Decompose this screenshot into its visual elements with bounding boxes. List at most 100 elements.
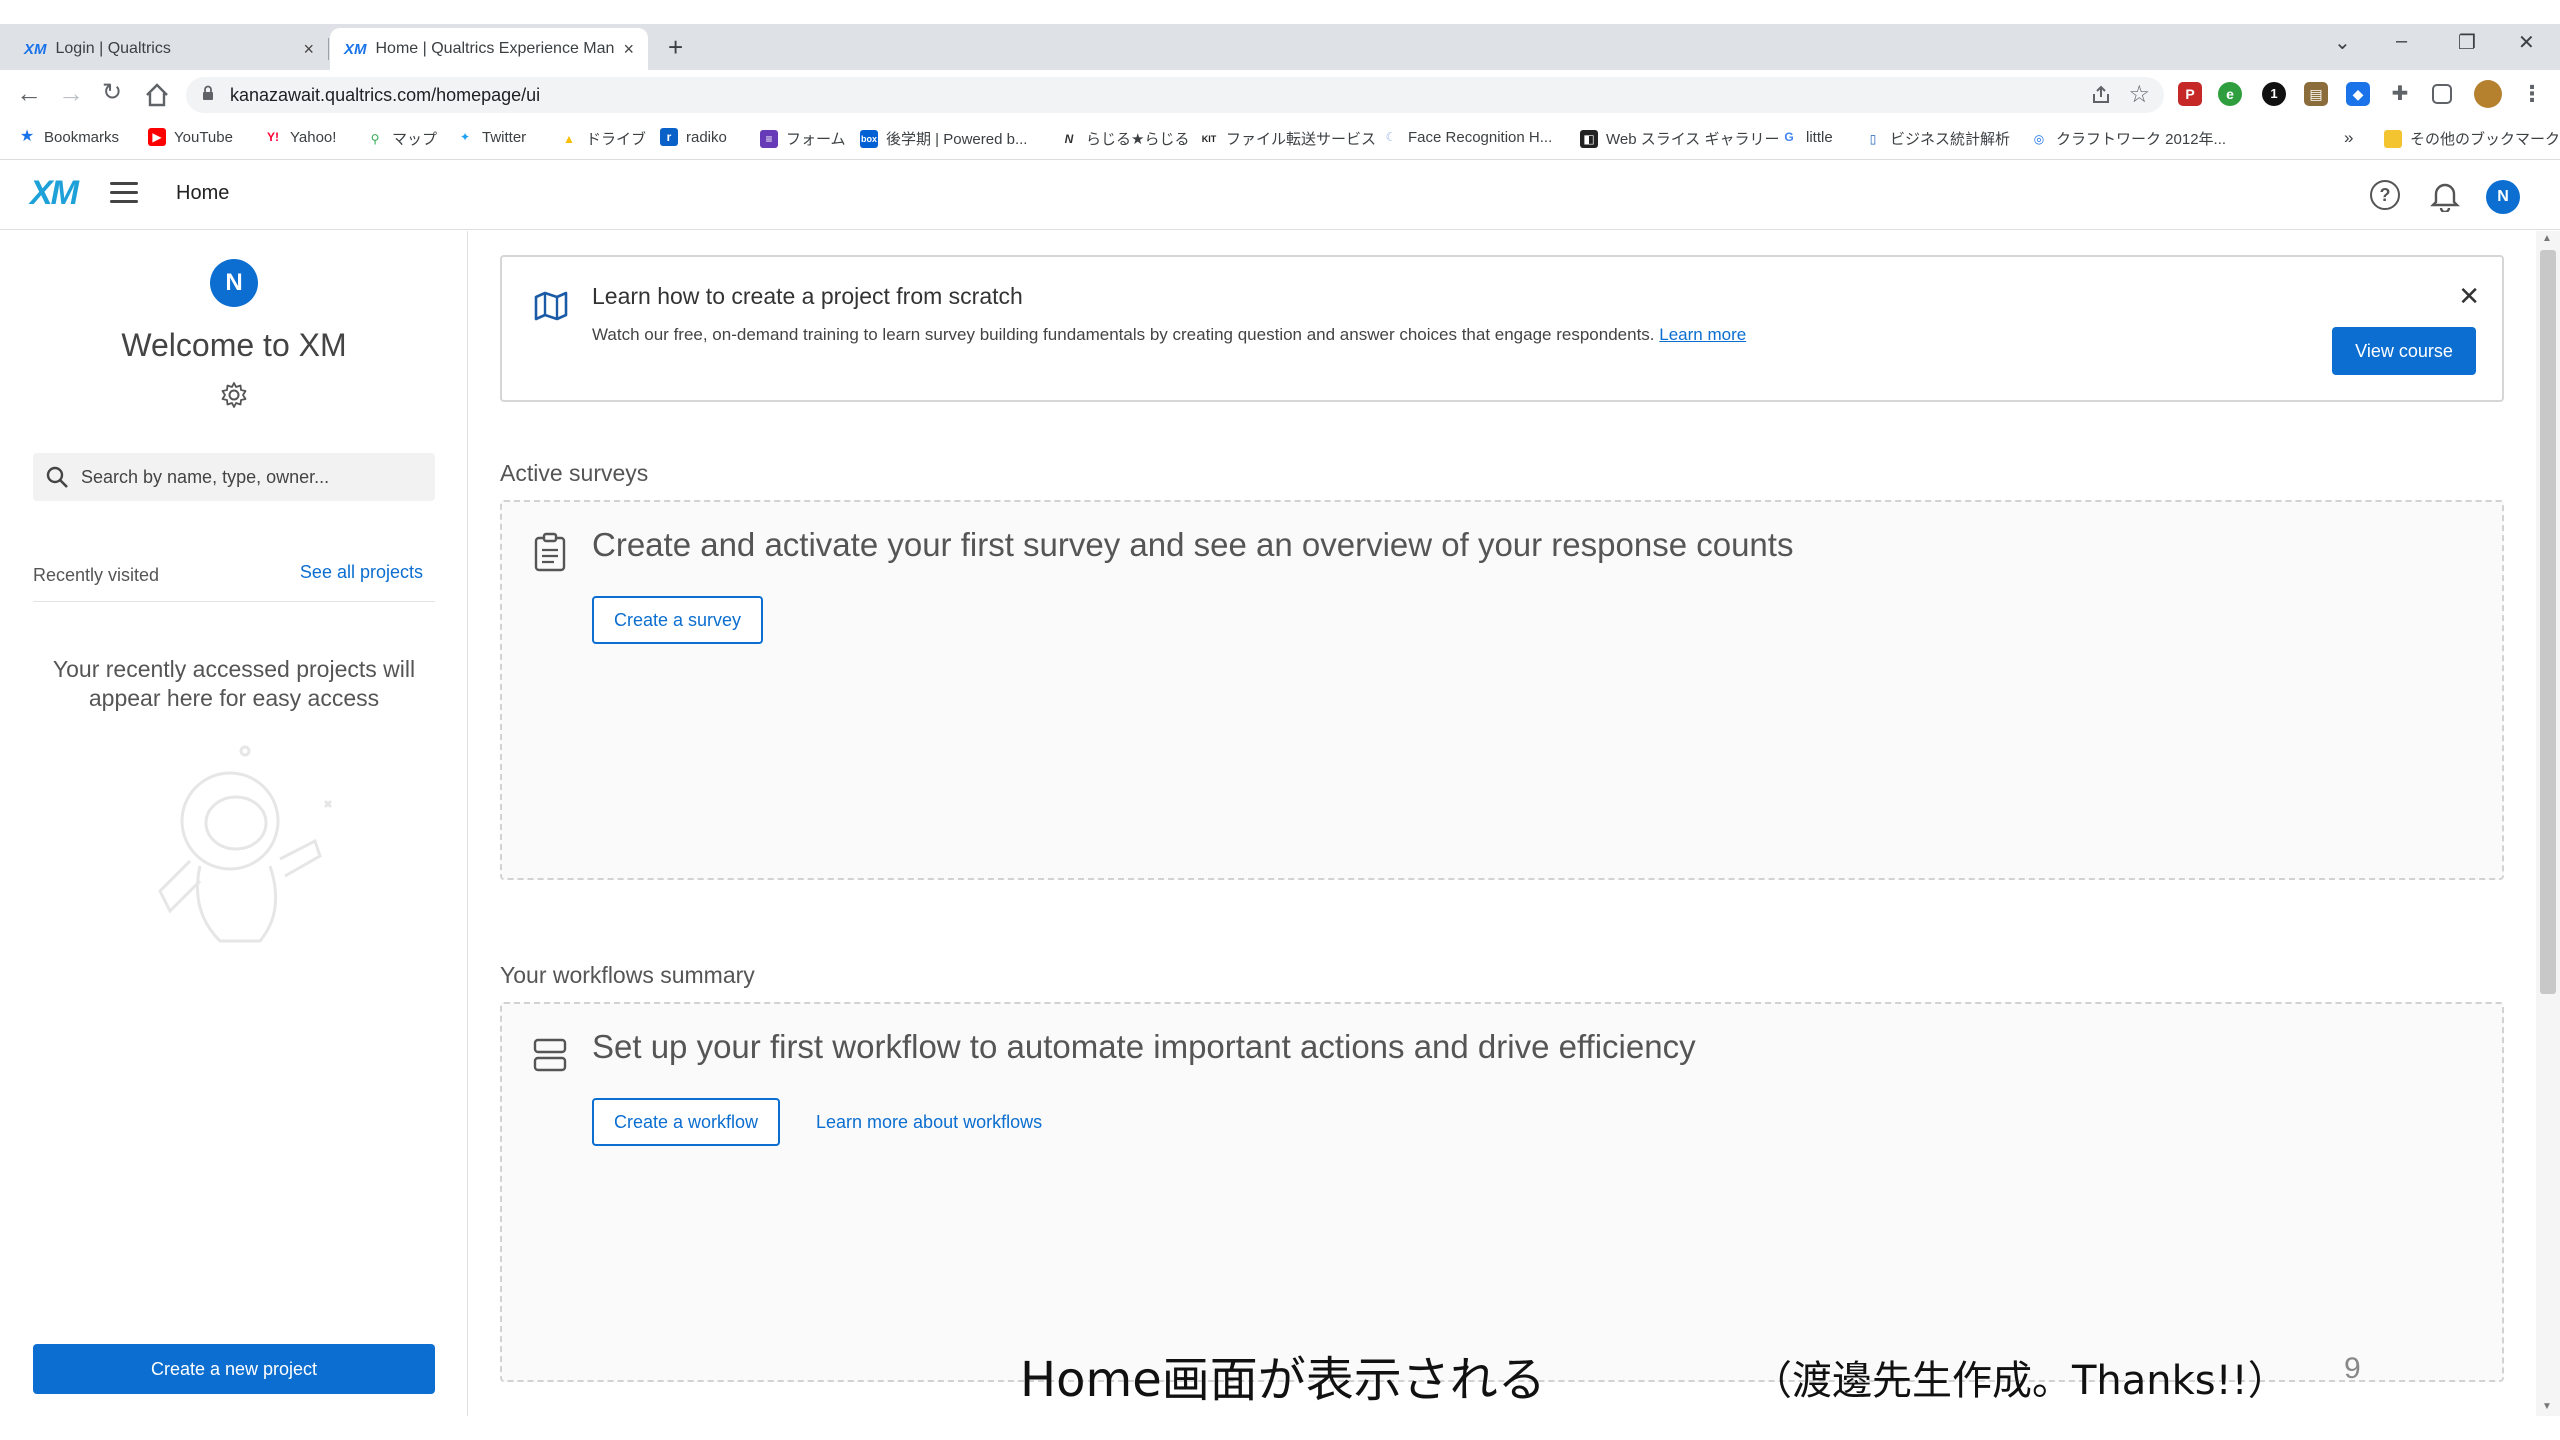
- recent-empty-message: Your recently accessed projects will app…: [52, 656, 416, 711]
- welcome-heading: Welcome to XM: [121, 327, 347, 363]
- xm-favicon-icon: XM: [344, 40, 367, 58]
- bookmark-item[interactable]: N らじる★らじる: [1060, 128, 1190, 149]
- extension-p-icon[interactable]: P: [2178, 82, 2202, 106]
- user-avatar[interactable]: N: [2486, 180, 2520, 214]
- tab-close-icon[interactable]: ×: [623, 39, 634, 60]
- clipboard-icon: [534, 532, 566, 572]
- address-bar[interactable]: kanazawait.qualtrics.com/homepage/ui ☆: [186, 77, 2164, 113]
- gear-icon[interactable]: [220, 381, 248, 409]
- bookmark-item[interactable]: Glittle: [1780, 128, 1832, 146]
- active-surveys-heading: Active surveys: [500, 460, 649, 486]
- avatar: N: [210, 259, 258, 307]
- slide-credit: （渡邊先生作成。Thanks!!）: [1752, 1358, 2288, 1404]
- scrollbar-thumb[interactable]: [2540, 250, 2556, 994]
- divider: [33, 601, 435, 602]
- stats-icon: ▯: [1869, 131, 1877, 146]
- bookmark-item[interactable]: r radiko: [660, 128, 727, 146]
- tab-separator: [328, 38, 329, 60]
- learn-more-workflows-link[interactable]: Learn more about workflows: [816, 1098, 1042, 1146]
- close-window-button[interactable]: ✕: [2518, 30, 2535, 55]
- onepassword-extension-icon[interactable]: 1: [2262, 82, 2286, 106]
- share-icon[interactable]: [2090, 84, 2112, 106]
- home-icon[interactable]: [144, 82, 170, 108]
- minimize-button[interactable]: –: [2396, 30, 2407, 53]
- create-workflow-button[interactable]: Create a workflow: [592, 1098, 781, 1146]
- reload-icon[interactable]: ↻: [102, 78, 122, 107]
- extension-box-icon[interactable]: ▤: [2304, 82, 2328, 106]
- xm-logo[interactable]: XM: [30, 174, 79, 213]
- search-icon: [46, 466, 68, 488]
- banner-description: Watch our free, on-demand training to le…: [592, 325, 1747, 344]
- banner-title: Learn how to create a project from scrat…: [592, 283, 1023, 309]
- notifications-bell-icon[interactable]: [2430, 180, 2460, 212]
- scroll-down-icon[interactable]: ▼: [2542, 1401, 2552, 1412]
- sidebar: N Welcome to XM Recently visited See all…: [0, 231, 468, 1416]
- see-all-projects-link[interactable]: See all projects: [300, 562, 423, 583]
- bookmark-item[interactable]: ◧ Web スライス ギャラリー: [1580, 128, 1779, 149]
- bookmark-item[interactable]: ✦ Twitter: [456, 128, 526, 146]
- bookmark-item[interactable]: ★ Bookmarks: [18, 128, 119, 146]
- google-icon: G: [1784, 130, 1794, 144]
- active-surveys-message: Create and activate your first survey an…: [592, 526, 1794, 563]
- recently-visited-label: Recently visited: [33, 565, 160, 585]
- lock-icon: [203, 85, 213, 100]
- learn-more-link[interactable]: Learn more: [1659, 325, 1746, 344]
- search-box: [33, 453, 435, 501]
- view-course-button[interactable]: View course: [2332, 327, 2476, 375]
- bookmark-item[interactable]: ▯ ビジネス統計解析: [1864, 128, 2010, 149]
- extensions-puzzle-icon[interactable]: ✚: [2388, 82, 2412, 106]
- other-bookmarks-folder[interactable]: その他のブックマーク: [2384, 128, 2560, 149]
- close-icon[interactable]: ✕: [2458, 281, 2480, 312]
- bookmarks-overflow-button[interactable]: »: [2344, 128, 2353, 148]
- side-panel-icon[interactable]: [2432, 84, 2452, 104]
- search-input[interactable]: [81, 453, 421, 501]
- profile-avatar[interactable]: [2474, 80, 2502, 108]
- bookmark-star-icon[interactable]: ☆: [2128, 80, 2150, 109]
- craft-icon: ◎: [2033, 131, 2045, 146]
- active-surveys-card: Create and activate your first survey an…: [500, 500, 2504, 880]
- evernote-extension-icon[interactable]: e: [2218, 82, 2242, 106]
- hamburger-menu-icon[interactable]: [110, 182, 138, 204]
- drive-icon: ▲: [563, 131, 575, 146]
- browser-toolbar: ← → ↻ kanazawait.qualtrics.com/homepage/…: [0, 70, 2560, 120]
- tab-title: Login | Qualtrics: [55, 40, 171, 57]
- bookmark-item[interactable]: ▲ ドライブ: [560, 128, 646, 149]
- face-icon: ☾: [1385, 130, 1397, 144]
- bookmark-item[interactable]: KIT ファイル転送サービス: [1200, 128, 1376, 149]
- bookmark-item[interactable]: ▶ YouTube: [148, 128, 233, 146]
- tab-home[interactable]: XM Home | Qualtrics Experience Man ×: [330, 28, 648, 70]
- bookmark-item[interactable]: ☾ Face Recognition H...: [1382, 128, 1553, 146]
- browser-menu-icon[interactable]: ⋮: [2520, 82, 2544, 106]
- help-icon[interactable]: ?: [2370, 180, 2400, 210]
- bookmarks-bar: ★ Bookmarks ▶ YouTube Y! Yahoo! ⚲ マップ ✦ Twitt…: [0, 120, 2560, 160]
- create-survey-button[interactable]: Create a survey: [592, 596, 764, 644]
- bookmark-item[interactable]: Y! Yahoo!: [264, 128, 336, 146]
- bookmark-item[interactable]: ≡ フォーム: [760, 128, 846, 149]
- tab-login[interactable]: XM Login | Qualtrics ×: [10, 28, 329, 70]
- kit-icon: KIT: [1201, 133, 1217, 144]
- forward-arrow-icon[interactable]: →: [58, 78, 84, 109]
- xm-favicon-icon: XM: [24, 40, 47, 58]
- bookmark-item[interactable]: ⚲ マップ: [366, 128, 437, 149]
- tab-close-icon[interactable]: ×: [303, 39, 314, 60]
- create-project-button[interactable]: Create a new project: [33, 1344, 435, 1394]
- astronaut-illustration: [158, 745, 333, 943]
- bookmark-item[interactable]: ◎ クラフトワーク 2012年...: [2030, 128, 2226, 149]
- url-text: kanazawait.qualtrics.com/homepage/ui: [230, 85, 541, 105]
- extension-cap-icon[interactable]: ◆: [2346, 82, 2370, 106]
- workflows-message: Set up your first workflow to automate i…: [592, 1028, 1696, 1065]
- back-arrow-icon[interactable]: ←: [16, 78, 42, 109]
- star-icon: ★: [19, 128, 35, 145]
- app-header: XM Home ?: [0, 160, 2560, 230]
- tab-search-icon[interactable]: ⌄: [2334, 30, 2351, 55]
- workflows-heading: Your workflows summary: [500, 962, 755, 988]
- slice-icon: ◧: [1580, 129, 1598, 148]
- new-tab-button[interactable]: +: [668, 32, 683, 63]
- twitter-icon: ✦: [459, 130, 471, 144]
- restore-button[interactable]: ❐: [2458, 30, 2476, 55]
- bookmark-item[interactable]: box 後学期 | Powered b...: [860, 128, 1027, 149]
- box-icon: box: [860, 129, 878, 148]
- workflow-icon: [533, 1038, 567, 1072]
- forms-icon: ≡: [760, 129, 778, 148]
- scroll-up-icon[interactable]: ▲: [2542, 233, 2552, 244]
